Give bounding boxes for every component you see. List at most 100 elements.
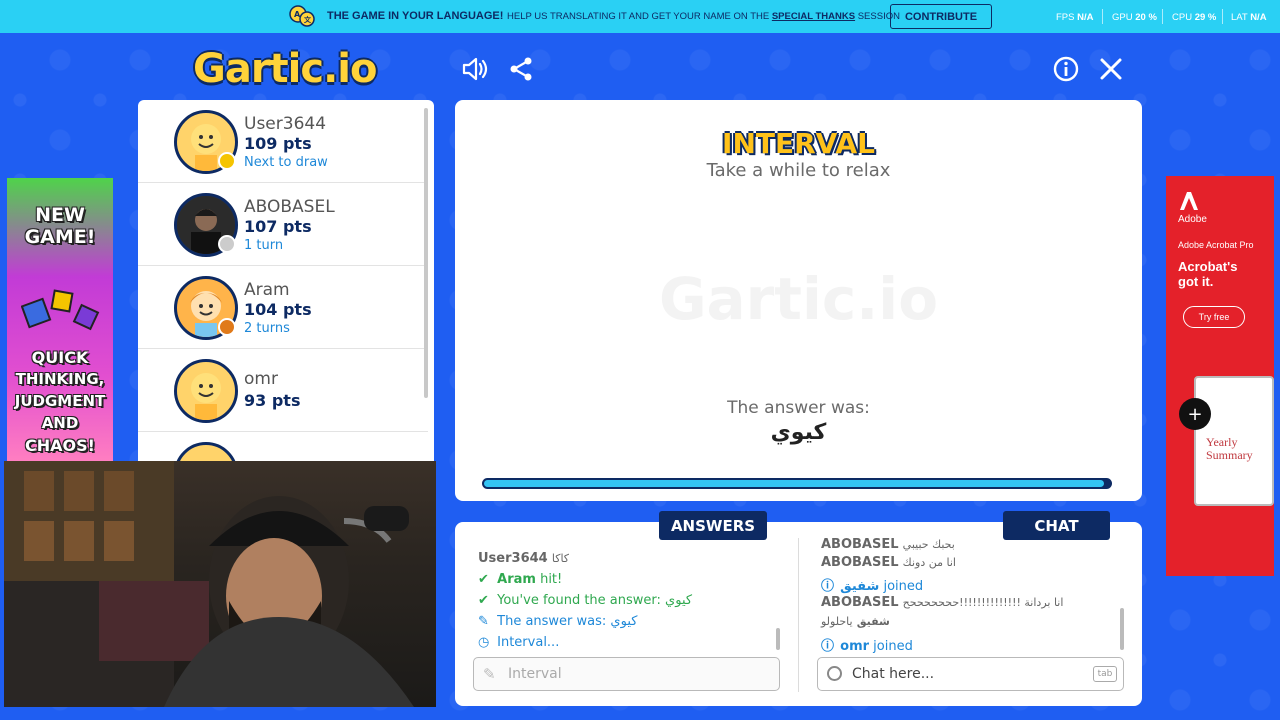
status-dot — [218, 318, 236, 336]
promo-title: THE GAME IN YOUR LANGUAGE! — [327, 10, 504, 22]
stat-divider — [1222, 9, 1223, 24]
ad-left-text: QUICK — [31, 348, 89, 367]
message-text: بحبك حبيبي — [902, 538, 955, 551]
message-author: شفيق — [856, 615, 890, 628]
pencil-icon: ✎ — [483, 665, 496, 683]
ad-left-text: AND — [41, 414, 79, 432]
chat-message: ⓘ شفيق joined — [821, 575, 923, 594]
ad-left-text: NEW — [35, 204, 85, 226]
message-text: ياحلولو — [821, 615, 853, 628]
gartic-logo[interactable]: Gartic.io — [193, 46, 377, 92]
gpu-stat: GPU 20 % — [1112, 12, 1157, 23]
adobe-logo-icon — [1180, 192, 1198, 210]
info-icon[interactable] — [1051, 54, 1081, 84]
player-turn-status: 1 turn — [244, 238, 284, 253]
pencil-icon: ✎ — [478, 614, 489, 629]
avatar — [174, 359, 238, 423]
lat-label: LAT — [1231, 12, 1248, 23]
message-text: انا من دونك — [902, 556, 956, 569]
answers-scrollbar[interactable] — [776, 628, 780, 650]
player-row[interactable] — [138, 432, 428, 462]
player-row[interactable]: omr 93 pts — [138, 349, 428, 432]
player-points: 104 pts — [244, 300, 312, 319]
message-text: كاكا — [551, 552, 570, 565]
message-text: You've found the answer: كيوي — [497, 593, 693, 608]
player-turn-status: Next to draw — [244, 155, 328, 170]
tab-chat[interactable]: CHAT — [1003, 511, 1110, 540]
cpu-stat: CPU 29 % — [1172, 12, 1216, 23]
answer-word: كيوي — [770, 420, 827, 445]
share-icon[interactable] — [506, 54, 536, 84]
panel-divider — [798, 538, 799, 692]
message-author: ABOBASEL — [821, 595, 899, 610]
player-row[interactable]: Aram 104 pts 2 turns — [138, 266, 428, 349]
webcam-overlay — [4, 461, 436, 707]
lat-value: N/A — [1250, 12, 1267, 23]
try-free-button[interactable]: Try free — [1183, 306, 1245, 328]
chat-input[interactable] — [852, 664, 1072, 684]
avatar — [174, 442, 238, 462]
message-text: joined — [873, 639, 913, 654]
special-thanks-link[interactable]: SPECIAL THANKS — [772, 11, 855, 22]
message-text: The answer was: كيوي — [497, 614, 638, 629]
player-list: User3644 109 pts Next to draw ABOBASEL 1… — [138, 100, 434, 462]
svg-text:A: A — [294, 10, 301, 19]
player-name: ABOBASEL — [244, 197, 335, 217]
promo-text: HELP US TRANSLATING IT AND GET YOUR NAME… — [507, 11, 900, 22]
ad-left-text: GAME! — [24, 226, 96, 248]
chat-message: ABOBASEL انا من دونك — [821, 555, 956, 570]
status-dot — [218, 152, 236, 170]
status-dot — [218, 235, 236, 253]
check-icon: ✔ — [478, 593, 489, 608]
svg-text:文: 文 — [304, 15, 312, 24]
player-name: Aram — [244, 280, 290, 300]
tab-answers[interactable]: ANSWERS — [659, 511, 767, 540]
promo-text-before: HELP US TRANSLATING IT AND GET YOUR NAME… — [507, 11, 770, 22]
player-row[interactable]: User3644 109 pts Next to draw — [138, 100, 428, 183]
ad-headline: got it. — [1178, 274, 1214, 289]
ad-brand: Adobe — [1178, 214, 1207, 225]
message-text: joined — [883, 579, 924, 594]
tab-key-hint: tab — [1093, 666, 1117, 682]
ad-doc-title: Yearly Summary — [1206, 436, 1253, 462]
plus-button[interactable]: + — [1179, 398, 1211, 430]
ad-document-preview: Yearly Summary — [1194, 376, 1274, 506]
answer-input-box[interactable]: ✎ — [473, 657, 780, 691]
player-list-scrollbar[interactable] — [424, 108, 428, 398]
answer-message: User3644 كاكا — [478, 551, 569, 566]
player-row[interactable]: ABOBASEL 107 pts 1 turn — [138, 183, 428, 266]
left-advertisement[interactable]: NEW GAME! QUICK THINKING, JUDGMENT AND C… — [7, 178, 113, 461]
ad-headline: Acrobat's — [1178, 259, 1238, 274]
chat-input-box[interactable]: tab — [817, 657, 1124, 691]
cpu-label: CPU — [1172, 12, 1193, 23]
answer-message: ✔ You've found the answer: كيوي — [478, 593, 692, 608]
info-icon: ⓘ — [821, 579, 835, 594]
close-icon[interactable] — [1096, 54, 1126, 84]
ad-left-text: JUDGMENT — [14, 392, 106, 410]
cpu-value: 29 % — [1194, 12, 1217, 23]
fps-label: FPS — [1056, 12, 1075, 23]
message-author: User3644 — [478, 551, 548, 566]
ad-product: Adobe Acrobat Pro — [1178, 240, 1254, 250]
chat-bubble-icon — [827, 666, 842, 681]
message-author: omr — [840, 639, 870, 654]
chat-message: ⓘ omr joined — [821, 635, 913, 654]
answer-input[interactable] — [508, 664, 728, 684]
gpu-label: GPU — [1112, 12, 1133, 23]
chat-message: ABOBASEL بحبك حبيبي — [821, 537, 955, 552]
message-text: Interval... — [497, 635, 560, 650]
chat-scrollbar[interactable] — [1120, 608, 1124, 650]
canvas-watermark: Gartic.io — [658, 265, 939, 333]
game-cards-icon — [21, 289, 100, 331]
answer-message: ◷ Interval... — [478, 635, 559, 650]
drawing-canvas[interactable]: INTERVAL Take a while to relax Gartic.io… — [455, 100, 1142, 501]
message-text: انا بردانة !!!!!!!!!!!!!!حححححححح — [902, 596, 1064, 609]
player-name: omr — [244, 369, 278, 389]
contribute-button[interactable]: CONTRIBUTE — [890, 4, 992, 29]
top-banner: A 文 THE GAME IN YOUR LANGUAGE! HELP US T… — [0, 0, 1280, 33]
player-name: User3644 — [244, 114, 327, 134]
round-progress-bar — [482, 478, 1112, 489]
ad-doc-title-line: Summary — [1206, 448, 1253, 462]
right-advertisement[interactable]: Adobe Adobe Acrobat Pro Acrobat's got it… — [1166, 176, 1274, 576]
speaker-icon[interactable] — [460, 54, 490, 84]
